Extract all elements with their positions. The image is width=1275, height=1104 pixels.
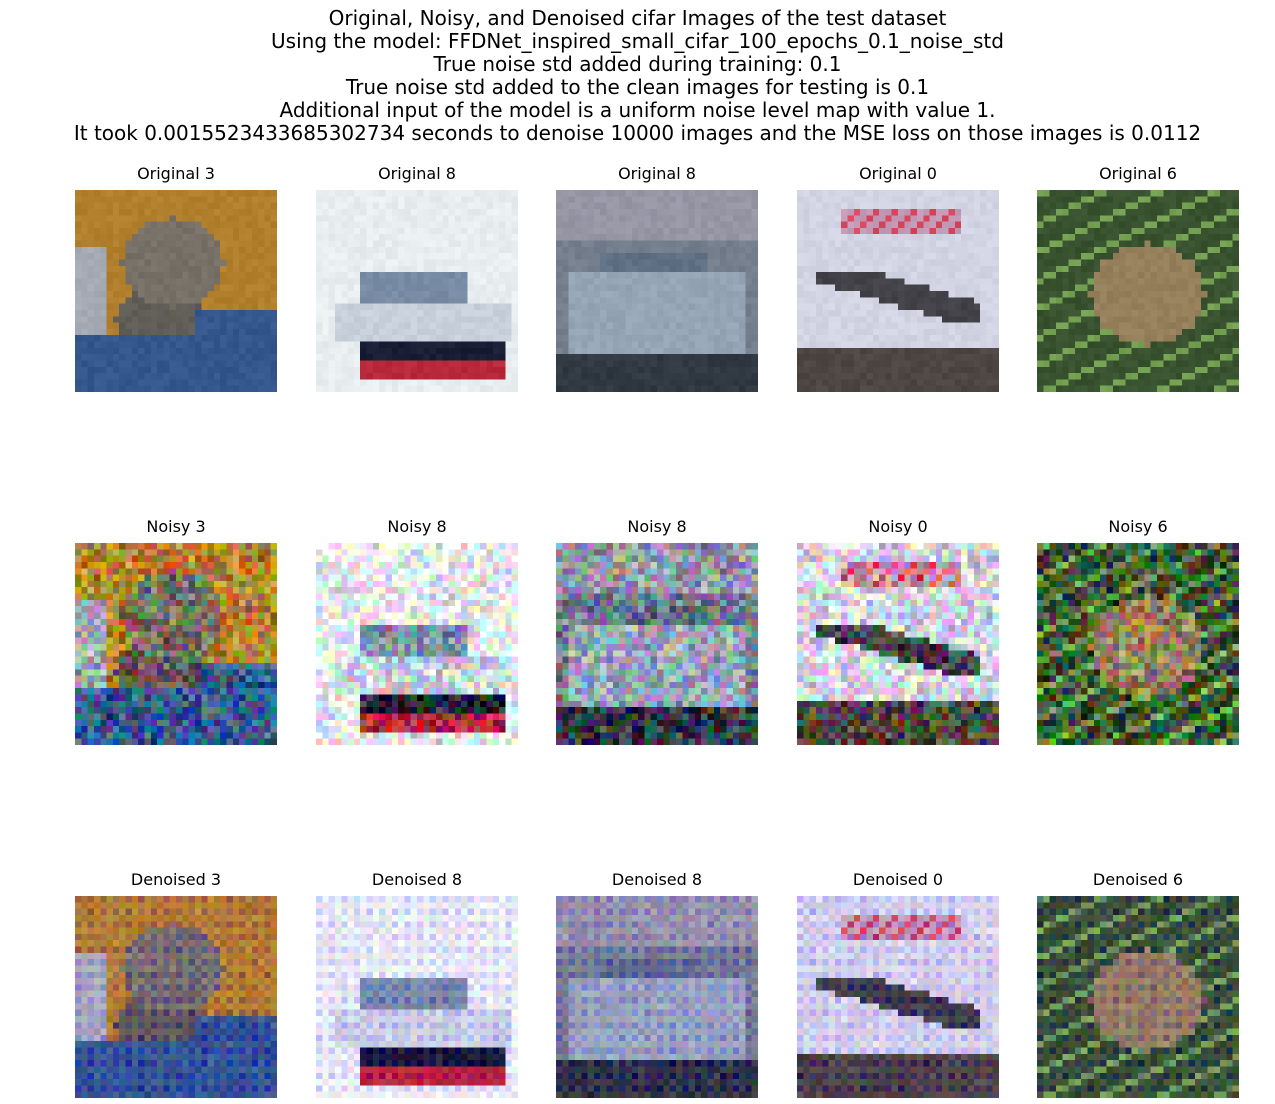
image-original-ship-pixels	[556, 190, 758, 392]
image-denoised-ship-pixels	[316, 896, 518, 1098]
image-noisy-airplane	[797, 543, 999, 745]
title-line: Using the model: FFDNet_inspired_small_c…	[271, 29, 1004, 53]
image-denoised-cat-pixels	[75, 896, 277, 1098]
panel-title: Denoised 6	[1092, 870, 1184, 889]
panel-title: Noisy 0	[868, 517, 928, 536]
image-panel: Denoised 6	[1037, 870, 1239, 1098]
image-original-frog-pixels	[1037, 190, 1239, 392]
title-line: True noise std added to the clean images…	[345, 75, 930, 99]
image-original-cat	[75, 190, 277, 392]
image-panel: Original 0	[797, 164, 999, 392]
image-noisy-cat-pixels	[75, 543, 277, 745]
image-panel: Original 8	[316, 164, 518, 392]
image-noisy-ship	[556, 543, 758, 745]
panel-title: Original 8	[618, 164, 696, 183]
image-panel: Noisy 8	[316, 517, 518, 745]
image-panel: Noisy 3	[75, 517, 277, 745]
image-noisy-airplane-pixels	[797, 543, 999, 745]
image-denoised-frog	[1037, 896, 1239, 1098]
panel-title: Noisy 3	[146, 517, 206, 536]
image-panel: Noisy 0	[797, 517, 999, 745]
panel-title: Noisy 8	[627, 517, 687, 536]
image-denoised-ship-pixels	[556, 896, 758, 1098]
image-denoised-cat	[75, 896, 277, 1098]
image-panel: Denoised 8	[316, 870, 518, 1098]
panel-title: Original 3	[137, 164, 215, 183]
image-noisy-ship	[316, 543, 518, 745]
image-denoised-frog-pixels	[1037, 896, 1239, 1098]
title-line: Original, Noisy, and Denoised cifar Imag…	[328, 6, 947, 30]
image-original-frog	[1037, 190, 1239, 392]
image-panel: Noisy 6	[1037, 517, 1239, 745]
image-noisy-ship-pixels	[316, 543, 518, 745]
image-denoised-ship	[556, 896, 758, 1098]
image-original-ship-pixels	[316, 190, 518, 392]
image-noisy-frog	[1037, 543, 1239, 745]
panel-title: Denoised 3	[130, 870, 222, 889]
image-panel: Denoised 8	[556, 870, 758, 1098]
image-original-ship	[316, 190, 518, 392]
title-line: It took 0.0015523433685302734 seconds to…	[73, 121, 1202, 145]
image-noisy-cat	[75, 543, 277, 745]
figure-title: Original, Noisy, and Denoised cifar Imag…	[0, 7, 1275, 145]
image-panel: Original 3	[75, 164, 277, 392]
image-original-airplane	[797, 190, 999, 392]
image-noisy-ship-pixels	[556, 543, 758, 745]
image-panel: Denoised 3	[75, 870, 277, 1098]
panel-title: Denoised 0	[852, 870, 944, 889]
image-panel: Original 8	[556, 164, 758, 392]
panel-title: Original 0	[859, 164, 937, 183]
panel-title: Denoised 8	[611, 870, 703, 889]
image-panel: Noisy 8	[556, 517, 758, 745]
title-line: True noise std added during training: 0.…	[433, 52, 842, 76]
image-denoised-airplane	[797, 896, 999, 1098]
image-original-cat-pixels	[75, 190, 277, 392]
panel-title: Noisy 6	[1108, 517, 1168, 536]
title-line: Additional input of the model is a unifo…	[279, 98, 996, 122]
image-panel: Original 6	[1037, 164, 1239, 392]
image-original-airplane-pixels	[797, 190, 999, 392]
image-panel: Denoised 0	[797, 870, 999, 1098]
panel-title: Noisy 8	[387, 517, 447, 536]
panel-title: Denoised 8	[371, 870, 463, 889]
image-noisy-frog-pixels	[1037, 543, 1239, 745]
panel-title: Original 6	[1099, 164, 1177, 183]
panel-title: Original 8	[378, 164, 456, 183]
image-denoised-ship	[316, 896, 518, 1098]
image-denoised-airplane-pixels	[797, 896, 999, 1098]
image-original-ship	[556, 190, 758, 392]
